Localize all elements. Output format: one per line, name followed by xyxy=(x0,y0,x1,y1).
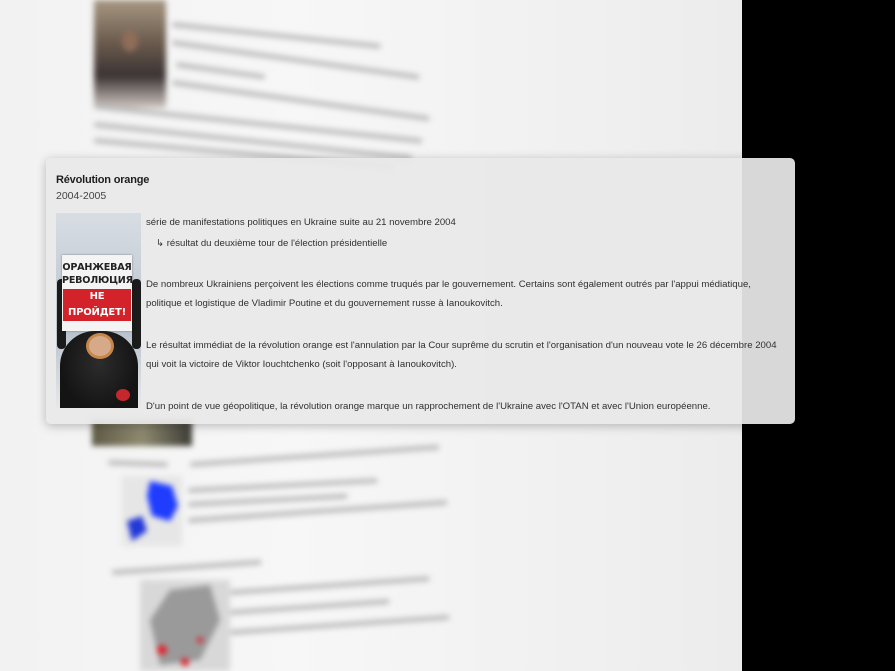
background-text-line xyxy=(229,614,450,635)
event-paragraph: Le résultat immédiat de la révolution or… xyxy=(146,340,777,370)
background-text-line xyxy=(187,493,348,507)
background-text-line xyxy=(171,80,430,122)
background-map xyxy=(122,476,182,546)
protester-face xyxy=(86,333,114,359)
event-sub-note: ↳ résultat du deuxième tour de l'électio… xyxy=(156,238,388,249)
event-title: Révolution orange xyxy=(56,174,150,186)
protest-sign: ОРАНЖЕВАЯ РЕВОЛЮЦИЯ НЕ ПРОЙДЕТ! xyxy=(62,255,133,331)
red-hat xyxy=(116,389,130,401)
background-map xyxy=(140,580,230,671)
protester-arm xyxy=(132,279,141,349)
background-text-line xyxy=(189,444,440,467)
background-text-line xyxy=(229,598,390,615)
background-text-line xyxy=(229,576,430,595)
background-text-line xyxy=(107,460,169,468)
background-text-line xyxy=(111,559,262,575)
background-text-line xyxy=(187,478,378,493)
event-paragraph: De nombreux Ukrainiens perçoivent les él… xyxy=(146,279,751,309)
screen: Révolution orange 2004-2005 ОРАНЖЕВАЯ РЕ… xyxy=(0,0,895,671)
background-text-line xyxy=(171,40,420,80)
event-info-card[interactable]: Révolution orange 2004-2005 ОРАНЖЕВАЯ РЕ… xyxy=(46,158,795,424)
event-paragraph: D'un point de vue géopolitique, la révol… xyxy=(146,401,711,412)
sign-text: ОРАНЖЕВАЯ xyxy=(62,262,132,273)
background-text-line xyxy=(175,62,266,80)
event-dates: 2004-2005 xyxy=(56,190,107,202)
background-photo xyxy=(94,0,166,108)
sign-text: НЕ ПРОЙДЕТ! xyxy=(63,289,131,321)
protest-photo: ОРАНЖЕВАЯ РЕВОЛЮЦИЯ НЕ ПРОЙДЕТ! xyxy=(56,213,141,408)
event-summary: série de manifestations politiques en Uk… xyxy=(146,217,456,228)
sign-text: РЕВОЛЮЦИЯ xyxy=(62,275,133,286)
